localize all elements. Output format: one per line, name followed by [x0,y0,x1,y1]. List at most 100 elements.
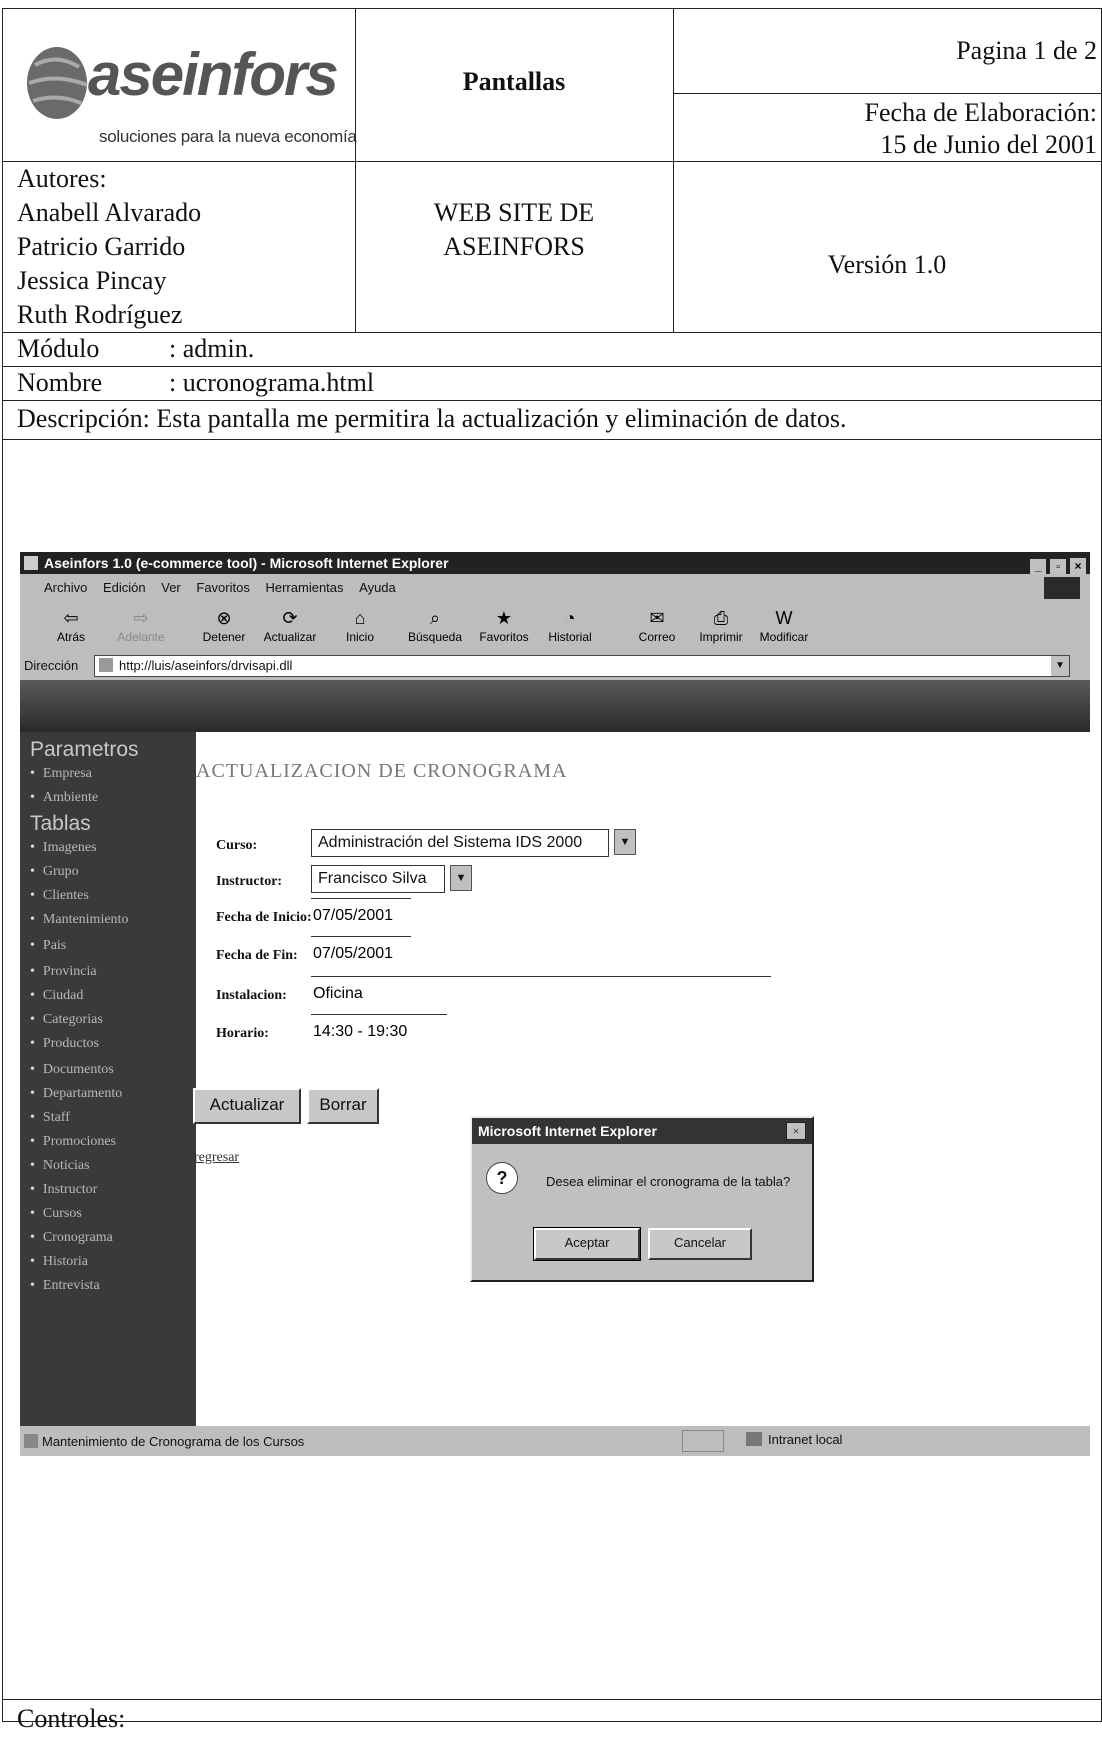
delete-button[interactable]: Borrar [307,1088,379,1124]
edit-button[interactable]: W Modificar [752,606,816,644]
forward-arrow-icon: ⇨ [133,608,149,628]
page-status-icon [24,1434,38,1448]
update-button[interactable]: Actualizar [193,1088,301,1124]
close-icon[interactable]: × [1070,558,1086,574]
horario-input[interactable]: 14:30 - 19:30 [311,1014,447,1049]
sidebar-item-clientes[interactable]: Clientes [30,888,89,904]
instructor-value: Francisco Silva [318,870,427,887]
sidebar-item-imagenes[interactable]: Imagenes [30,840,97,856]
sidebar-item-ciudad[interactable]: Ciudad [30,988,83,1004]
sidebar-item-staff[interactable]: Staff [30,1110,70,1126]
toolbar-label: Favoritos [479,630,529,644]
instalacion-input[interactable]: Oficina [311,976,771,1011]
zone-text: Intranet local [768,1432,843,1447]
address-input[interactable]: http://luis/aseinfors/drvisapi.dll ▼ [94,655,1070,677]
status-text: Mantenimiento de Cronograma de los Curso… [42,1434,305,1449]
history-button[interactable]: ◔ Historial [540,606,600,644]
chevron-down-icon[interactable]: ▼ [1051,656,1069,676]
sidebar-item-provincia[interactable]: Provincia [30,964,97,980]
globe-logo-icon [27,47,88,119]
history-icon: ◔ [564,608,576,628]
page-icon [99,658,113,672]
sidebar-item-entrevista[interactable]: Entrevista [30,1278,100,1294]
menu-edicion[interactable]: Edición [103,580,146,595]
print-icon: ⎙ [713,608,729,628]
question-icon: ? [486,1162,518,1194]
sidebar-item-productos[interactable]: Productos [30,1036,99,1052]
project-title-line1: WEB SITE DE [433,198,595,227]
logo-wordmark: aseinfors [88,41,339,108]
sidebar-item-historia[interactable]: Historia [30,1254,88,1270]
dialog-close-icon[interactable]: × [786,1122,806,1140]
mail-button[interactable]: ✉ Correo [630,606,684,644]
back-button[interactable]: ⇦ Atrás [46,606,96,644]
search-button[interactable]: ⌕ Búsqueda [400,606,470,644]
sidebar-item-grupo[interactable]: Grupo [30,864,79,880]
menu-ver[interactable]: Ver [161,580,181,595]
sidebar-item-cursos[interactable]: Cursos [30,1206,82,1222]
divider [3,439,1101,440]
favorites-icon: ★ [495,608,513,628]
address-value: http://luis/aseinfors/drvisapi.dll [119,658,293,673]
back-link[interactable]: regresar [194,1150,239,1166]
stop-button[interactable]: ⊗ Detener [196,606,252,644]
divider [3,366,1101,367]
sidebar-item-departamento[interactable]: Departamento [30,1086,122,1102]
horario-label: Horario: [216,1026,269,1041]
favorites-button[interactable]: ★ Favoritos [472,606,536,644]
doc-type-title: Pantallas [462,67,566,96]
menu-bar: Archivo Edición Ver Favoritos Herramient… [20,574,1090,602]
sidebar-item-categorias[interactable]: Categorias [30,1012,103,1028]
sidebar-item-instructor[interactable]: Instructor [30,1182,97,1198]
instructor-select[interactable]: Francisco Silva ▼ [311,865,472,893]
search-icon: ⌕ [429,608,441,628]
sidebar: Parametros Empresa Ambiente Tablas Image… [20,732,196,1426]
sidebar-item-noticias[interactable]: Noticias [30,1158,90,1174]
chevron-down-icon[interactable]: ▼ [614,829,636,855]
window-controls: _ ▫ × [1030,554,1086,576]
toolbar: ⇦ Atrás ⇨ Adelante ⊗ Detener ⟳ Actualizar ⌂ I… [20,602,1090,652]
sidebar-item-empresa[interactable]: Empresa [30,766,92,782]
windows-logo-icon [1044,577,1080,599]
instructor-label: Instructor: [216,874,283,889]
print-button[interactable]: ⎙ Imprimir [692,606,750,644]
fecha-fin-input[interactable]: 07/05/2001 [311,936,411,971]
menu-archivo[interactable]: Archivo [44,580,87,595]
sidebar-item-cronograma[interactable]: Cronograma [30,1230,113,1246]
refresh-button[interactable]: ⟳ Actualizar [258,606,322,644]
menu-favoritos[interactable]: Favoritos [196,580,249,595]
toolbar-label: Actualizar [263,630,317,644]
window-titlebar: Aseinfors 1.0 (e-commerce tool) - Micros… [20,552,1090,576]
curso-select[interactable]: Administración del Sistema IDS 2000 ▼ [311,829,636,857]
chevron-down-icon[interactable]: ▼ [450,865,472,891]
dialog-message: Desea eliminar el cronograma de la tabla… [546,1174,791,1189]
fecha-fin-value: 07/05/2001 [313,945,394,962]
forward-button[interactable]: ⇨ Adelante [112,606,170,644]
home-button[interactable]: ⌂ Inicio [338,606,382,644]
toolbar-label: Imprimir [699,630,743,644]
menu-ayuda[interactable]: Ayuda [359,580,396,595]
sidebar-item-pais[interactable]: Pais [30,938,66,954]
sidebar-item-ambiente[interactable]: Ambiente [30,790,98,806]
sidebar-item-promociones[interactable]: Promociones [30,1134,116,1150]
dialog-ok-button[interactable]: Aceptar [533,1227,641,1261]
description-text: Descripción: Esta pantalla me permitira … [17,404,847,433]
toolbar-label: Búsqueda [407,630,463,644]
instalacion-value: Oficina [313,985,363,1002]
minimize-icon[interactable]: _ [1030,559,1047,575]
author-name: Patricio Garrido [17,232,186,261]
sidebar-item-mantenimiento[interactable]: Mantenimiento [30,912,129,928]
back-arrow-icon: ⇦ [63,608,79,628]
fecha-inicio-input[interactable]: 07/05/2001 [311,898,411,933]
menu-herramientas[interactable]: Herramientas [265,580,343,595]
dialog-title: Microsoft Internet Explorer [472,1118,812,1144]
controls-label: Controles: [17,1704,126,1733]
maximize-icon[interactable]: ▫ [1050,559,1067,575]
dialog-cancel-button[interactable]: Cancelar [648,1228,752,1260]
logo-tagline: soluciones para la nueva economía [99,127,357,146]
toolbar-label: Inicio [345,630,374,644]
fecha-inicio-label: Fecha de Inicio: [216,910,312,925]
sidebar-item-documentos[interactable]: Documentos [30,1062,114,1078]
page-content: Parametros Empresa Ambiente Tablas Image… [20,680,1090,1426]
divider [673,93,1101,94]
